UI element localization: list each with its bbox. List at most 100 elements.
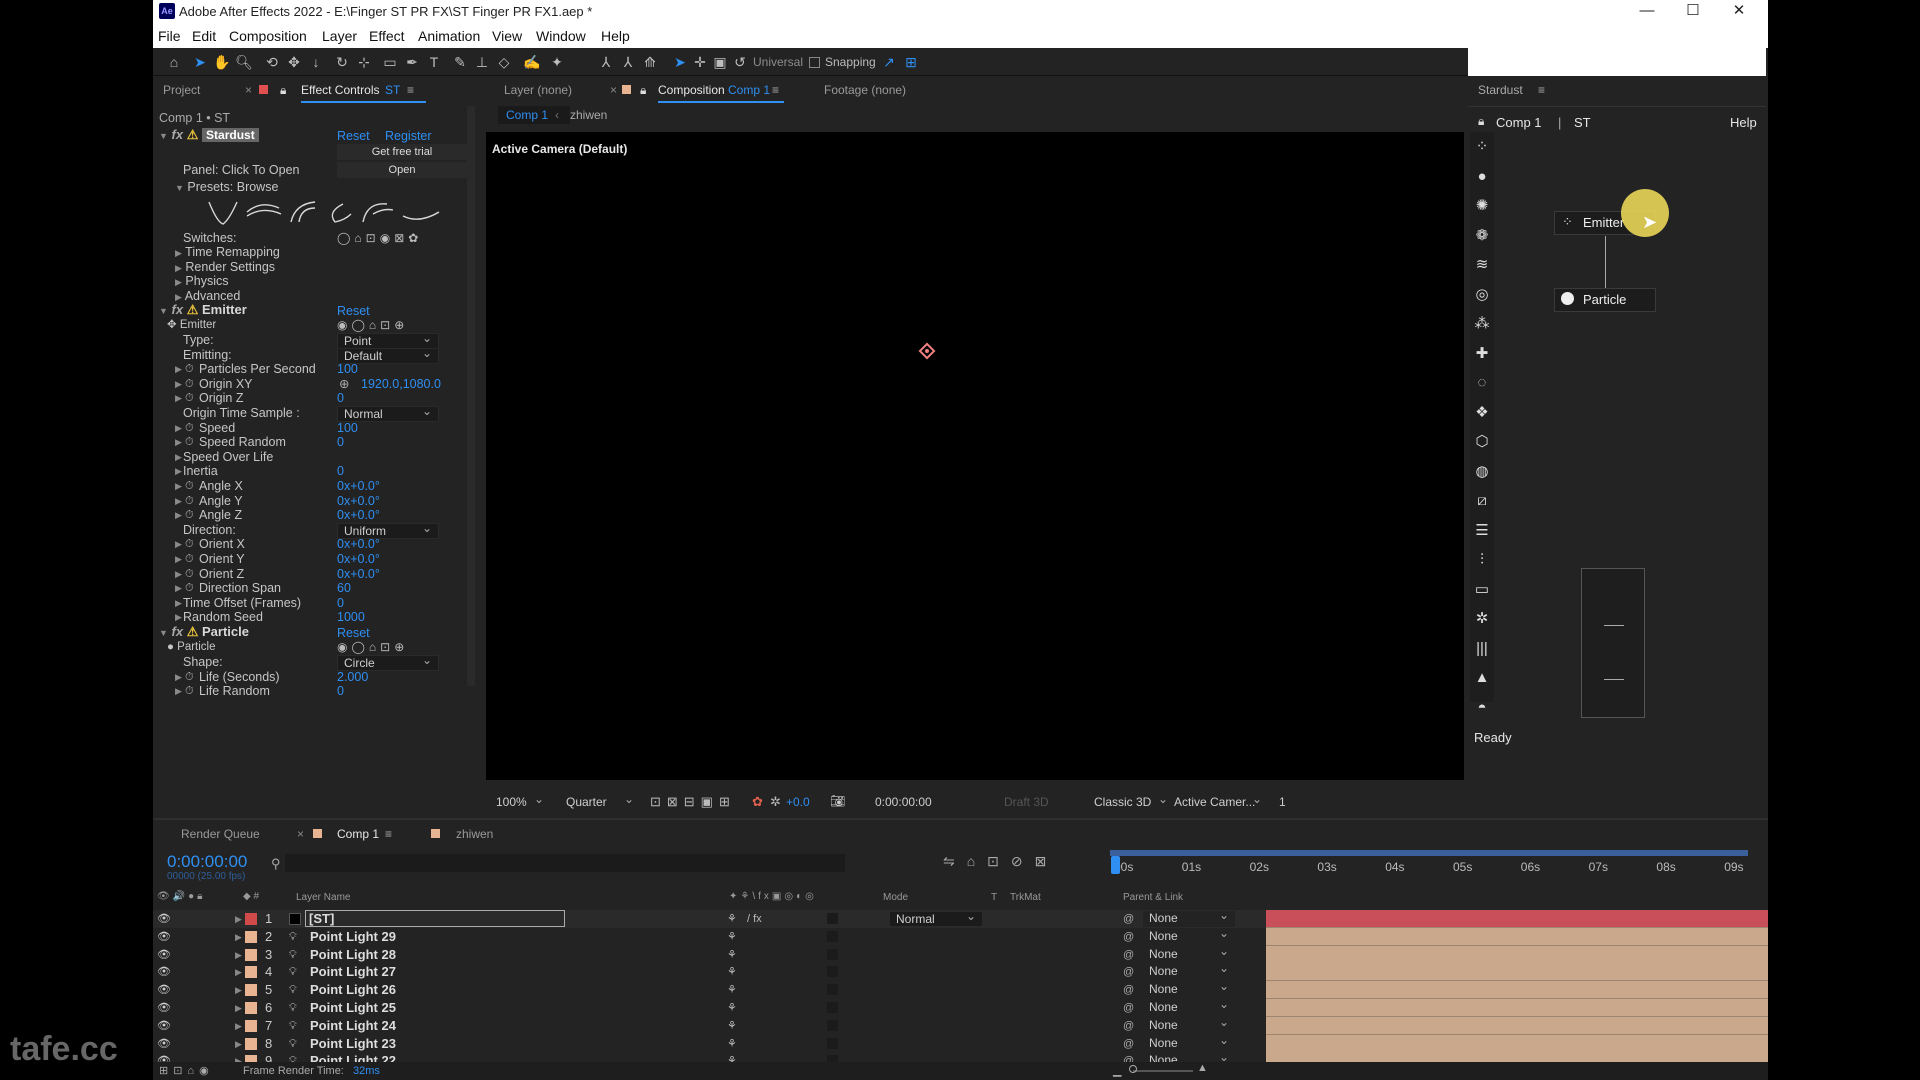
label-color-swatch[interactable] xyxy=(245,1019,257,1032)
pickwhip-icon[interactable]: @ xyxy=(1123,1035,1134,1053)
layer-expand-arrow-icon[interactable]: ▶ xyxy=(235,1017,242,1035)
collapse-switch-icon[interactable]: ⚘ xyxy=(727,999,737,1017)
label-color-swatch[interactable] xyxy=(245,1002,257,1014)
node-vortex-icon[interactable]: ◎ xyxy=(1470,280,1494,310)
panel-menu-icon[interactable]: ≡ xyxy=(407,76,414,104)
menu-file[interactable]: File xyxy=(158,28,181,44)
switch-box[interactable] xyxy=(827,966,838,978)
timeline-search-input[interactable] xyxy=(285,854,845,872)
switch-box[interactable] xyxy=(827,930,838,942)
parent-dropdown[interactable]: None xyxy=(1143,926,1235,945)
node-emitter-icon[interactable]: ⁘ xyxy=(1470,132,1494,162)
label-color-swatch[interactable] xyxy=(245,966,257,979)
views-count[interactable]: 1 xyxy=(1279,795,1286,809)
timeline-zoom-slider[interactable] xyxy=(1133,1070,1193,1072)
layer-name-header[interactable]: Layer Name xyxy=(296,892,350,903)
expand-arrow-icon[interactable]: ▶ xyxy=(175,507,182,524)
timeline-tab-close-icon[interactable]: × xyxy=(297,820,304,848)
node-group-icon[interactable]: ❖ xyxy=(1470,398,1494,428)
layer-expand-arrow-icon[interactable]: ▶ xyxy=(235,946,242,964)
switch-box[interactable] xyxy=(827,984,838,996)
parent-dropdown[interactable]: None xyxy=(1143,1033,1235,1052)
effect-controls-scrollbar[interactable] xyxy=(467,106,475,686)
work-area-bar[interactable] xyxy=(1110,850,1748,856)
emitter-prop-value[interactable]: 0 xyxy=(337,434,344,451)
tab-footage[interactable]: Footage (none) xyxy=(824,76,906,104)
rectangle-tool-icon[interactable]: ▭ xyxy=(381,53,399,71)
anchor-tool-icon[interactable]: ⊹ xyxy=(355,53,373,71)
layer-name[interactable]: [ST] xyxy=(305,910,565,927)
eraser-tool-icon[interactable]: ◇ xyxy=(495,53,513,71)
layer-duration-bar[interactable] xyxy=(1266,981,1768,1000)
layer-duration-bar[interactable] xyxy=(1266,963,1768,982)
axis-local-icon[interactable]: ⅄ xyxy=(597,53,615,71)
lock-icon[interactable]: 🔒︎ xyxy=(280,76,286,104)
layer-duration-bar[interactable] xyxy=(1266,945,1768,964)
tab-composition[interactable]: Composition xyxy=(658,76,725,104)
effect-switch-icon[interactable]: / fx xyxy=(747,910,762,928)
visibility-eye-icon[interactable]: 👁︎ xyxy=(157,999,171,1017)
node-eye-icon[interactable]: ◓ xyxy=(1470,693,1494,723)
menu-layer[interactable]: Layer xyxy=(322,28,357,44)
visibility-eye-icon[interactable]: 👁︎ xyxy=(157,928,171,946)
menu-view[interactable]: View xyxy=(492,28,522,44)
menu-effect[interactable]: Effect xyxy=(369,28,405,44)
rotate-tool-icon[interactable]: ↻ xyxy=(333,53,351,71)
tab-effect-controls[interactable]: Effect Controls xyxy=(301,76,379,104)
viewer-timecode[interactable]: 0:00:00:00 xyxy=(875,795,932,809)
view-options-icons[interactable]: ⊡⊠⊟▣⊞ xyxy=(650,794,736,810)
pen-tool-icon[interactable]: ✒ xyxy=(403,53,421,71)
pickwhip-icon[interactable]: @ xyxy=(1123,910,1134,928)
layer-duration-bar[interactable] xyxy=(1266,1034,1768,1053)
selection-tool-icon[interactable]: ➤ xyxy=(191,53,209,71)
collapse-switch-icon[interactable]: ⚘ xyxy=(727,963,737,981)
label-color-swatch[interactable] xyxy=(245,1037,257,1050)
parent-dropdown[interactable]: None xyxy=(1143,961,1235,981)
switch-box[interactable] xyxy=(827,1002,838,1013)
axis-world-icon[interactable]: ⅄ xyxy=(619,53,637,71)
pickwhip-icon[interactable]: @ xyxy=(1123,946,1134,964)
rotate-mode-icon[interactable]: ↺ xyxy=(731,53,749,71)
clone-tool-icon[interactable]: ⊥ xyxy=(473,53,491,71)
exposure-value[interactable]: +0.0 xyxy=(786,795,810,809)
tab-layer[interactable]: Layer (none) xyxy=(504,76,572,104)
puppet-tool-icon[interactable]: ✦ xyxy=(548,53,566,71)
pickwhip-icon[interactable]: @ xyxy=(1123,963,1134,981)
close-button[interactable]: ✕ xyxy=(1716,0,1762,24)
tab-timeline-comp[interactable]: Comp 1 xyxy=(337,820,379,848)
switch-box[interactable] xyxy=(827,1037,838,1049)
layer-name[interactable]: Point Light 25 xyxy=(310,999,396,1017)
emitter-point-icon[interactable] xyxy=(918,342,936,360)
visibility-eye-icon[interactable]: 👁︎ xyxy=(157,981,171,999)
menu-animation[interactable]: Animation xyxy=(418,28,480,44)
blend-mode-dropdown[interactable]: Normal xyxy=(889,909,983,927)
draft-3d-toggle[interactable]: Draft 3D xyxy=(1004,795,1049,809)
timeline-panel-menu-icon[interactable]: ≡ xyxy=(385,820,392,848)
exposure-icon[interactable]: ✲ xyxy=(770,794,781,810)
layer-duration-bar[interactable] xyxy=(1266,1016,1768,1035)
translate-mode-icon[interactable]: ✛ xyxy=(691,53,709,71)
pickwhip-icon[interactable]: @ xyxy=(1123,1017,1134,1035)
color-channels-icon[interactable]: ✿ xyxy=(752,794,763,810)
timeline-timecode[interactable]: 0:00:00:00 xyxy=(167,852,247,872)
collapse-switch-icon[interactable]: ⚘ xyxy=(727,1017,737,1035)
menu-help[interactable]: Help xyxy=(601,28,630,44)
hand-tool-icon[interactable]: ✋ xyxy=(213,53,231,71)
trkmat-header[interactable]: TrkMat xyxy=(1010,892,1041,903)
node-replicator-icon[interactable]: ✺ xyxy=(1470,191,1494,221)
layer-expand-arrow-icon[interactable]: ▶ xyxy=(235,928,242,946)
particle-switch-icons[interactable]: ◉◯⌂⊡⊕ xyxy=(337,639,408,656)
dolly-tool-icon[interactable]: ↓ xyxy=(307,53,325,71)
parent-dropdown[interactable]: None xyxy=(1143,997,1235,1016)
snapshot-icon[interactable]: 📷︎ xyxy=(830,794,845,808)
presets-toggle[interactable]: ▼ Presets: Browse xyxy=(175,179,278,196)
timeline-search-icon[interactable]: ⚲ xyxy=(271,856,281,872)
node-cone-icon[interactable]: ▲ xyxy=(1470,663,1494,693)
emitter-prop-value[interactable]: 0x+0.0° xyxy=(337,507,380,524)
collapse-switch-icon[interactable]: ⚘ xyxy=(727,946,737,964)
breadcrumb-zhiwen[interactable]: zhiwen xyxy=(570,108,607,122)
parent-dropdown[interactable]: None xyxy=(1143,944,1235,963)
layer-expand-arrow-icon[interactable]: ▶ xyxy=(235,910,242,928)
resolution-dropdown[interactable]: Quarter xyxy=(560,792,640,811)
orbit-tool-icon[interactable]: ⟲ xyxy=(263,53,281,71)
